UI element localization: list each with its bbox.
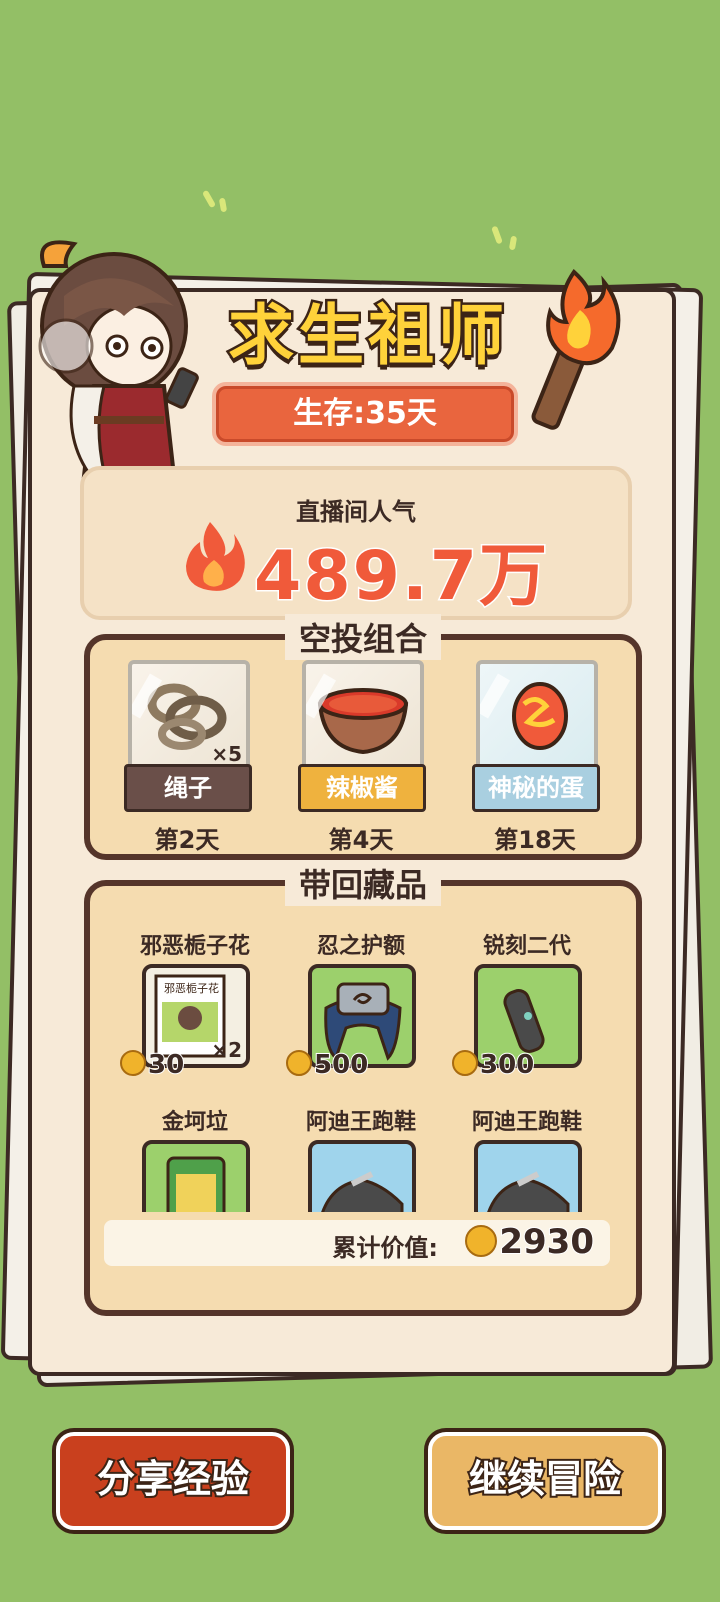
collection-section: 带回藏品 邪恶栀子花 邪恶栀子花 ×2 30 忍之护额 500 锐刻二代 300…	[84, 860, 642, 1316]
sparkle-decoration	[218, 197, 228, 213]
airdrop-section-title: 空投组合	[284, 614, 442, 660]
sparkle-decoration	[491, 225, 503, 245]
collection-item-image	[474, 1140, 582, 1212]
coin-icon	[465, 1225, 498, 1257]
airdrop-item[interactable]: 神秘的蛋 第18天	[472, 660, 600, 854]
fertilizer-bag-icon	[166, 1156, 226, 1212]
airdrop-section: 空投组合 ×5 绳子 第2天 辣椒酱 第4天 神秘的蛋 第18天	[84, 614, 642, 860]
collection-item-name: 阿迪王跑鞋	[305, 1110, 416, 1135]
airdrop-item-frame	[476, 660, 598, 772]
collection-item[interactable]: 金坷垃 ×3	[120, 1104, 270, 1212]
collection-item-price: 300	[452, 1049, 535, 1081]
flame-icon	[186, 522, 245, 591]
collection-grid: 邪恶栀子花 邪恶栀子花 ×2 30 忍之护额 500 锐刻二代 300 金坷垃 …	[90, 886, 636, 1212]
coin-icon	[120, 1050, 146, 1076]
collection-item[interactable]: 锐刻二代 300	[452, 928, 602, 1081]
continue-adventure-button[interactable]: 继续冒险	[428, 1432, 662, 1530]
sneaker-icon	[321, 1171, 404, 1212]
airdrop-item-frame	[302, 660, 424, 772]
coin-icon	[286, 1050, 312, 1076]
airdrop-item[interactable]: ×5 绳子 第2天	[124, 660, 252, 854]
airdrop-item-name: 神秘的蛋	[472, 764, 600, 812]
survival-days-banner: 生存:35天	[212, 382, 518, 446]
page-title: 求生祖师	[226, 295, 508, 377]
collection-item-name: 金坷垃	[161, 1110, 228, 1135]
collection-item[interactable]: 阿迪王跑鞋	[452, 1104, 602, 1212]
coin-icon	[452, 1050, 478, 1076]
collection-item[interactable]: 阿迪王跑鞋	[286, 1104, 436, 1212]
mystery-egg-icon	[512, 682, 568, 750]
airdrop-item-day: 第2天	[154, 826, 220, 854]
airdrop-item-day: 第18天	[494, 826, 576, 854]
collection-item-price: 500	[286, 1049, 369, 1081]
total-value: 2930	[465, 1221, 595, 1263]
collection-item-name: 忍之护额	[316, 934, 405, 959]
collection-item-name: 阿迪王跑鞋	[471, 1110, 582, 1135]
airdrop-item-day: 第4天	[328, 826, 394, 854]
popularity-card: 直播间人气 489.7万	[80, 466, 632, 620]
collection-item-image	[308, 1140, 416, 1212]
airdrop-item-frame: ×5	[128, 660, 250, 772]
svg-text:邪恶栀子花: 邪恶栀子花	[164, 981, 219, 995]
airdrop-item-name: 绳子	[124, 764, 252, 812]
total-value-label: 累计价值:	[332, 1234, 438, 1262]
chili-sauce-icon	[317, 688, 409, 755]
sparkle-decoration	[508, 235, 518, 251]
share-experience-button[interactable]: 分享经验	[56, 1432, 290, 1530]
sneaker-icon	[487, 1171, 570, 1212]
collection-item-qty: ×2	[211, 1038, 242, 1062]
airdrop-item-name: 辣椒酱	[298, 764, 426, 812]
collection-item-price: 30	[120, 1049, 185, 1081]
popularity-value: 489.7万	[252, 536, 550, 618]
sparkle-decoration	[201, 189, 217, 209]
collection-item[interactable]: 忍之护额 500	[286, 928, 436, 1081]
airdrop-item[interactable]: 辣椒酱 第4天	[298, 660, 426, 854]
collection-item-image: ×3	[142, 1140, 250, 1212]
total-value-bar: 累计价值: 2930	[104, 1220, 610, 1266]
collection-item[interactable]: 邪恶栀子花 邪恶栀子花 ×2 30	[120, 928, 270, 1081]
collection-item-name: 邪恶栀子花	[139, 934, 250, 959]
collection-item-name: 锐刻二代	[482, 934, 571, 959]
airdrop-item-qty: ×5	[211, 742, 242, 766]
